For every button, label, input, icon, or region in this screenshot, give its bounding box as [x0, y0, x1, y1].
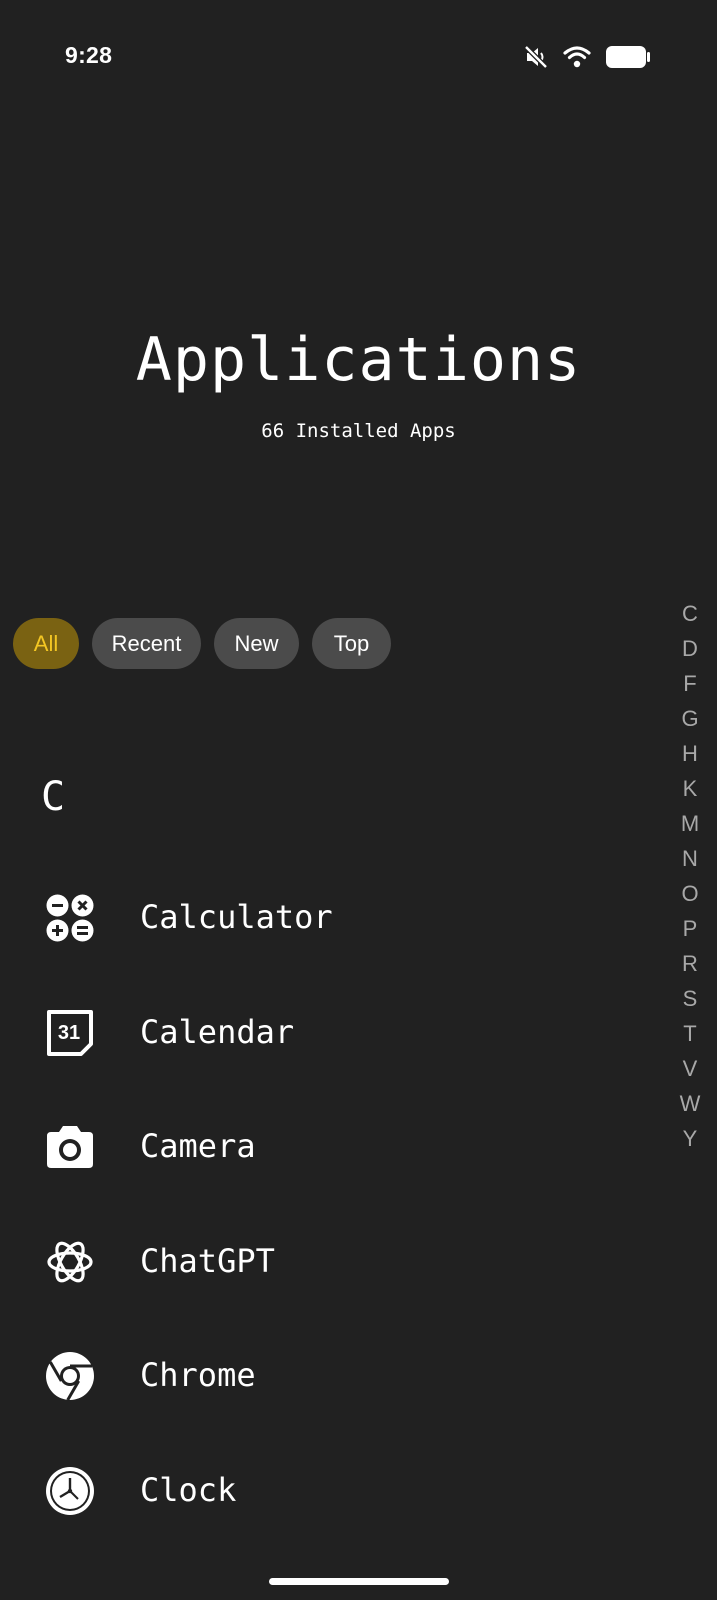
- battery-icon: [605, 44, 651, 70]
- calendar-icon: 31: [45, 1008, 95, 1058]
- alphabet-index[interactable]: C D F G H K M N O P R S T V W Y: [666, 596, 714, 1156]
- index-letter-v[interactable]: V: [683, 1051, 698, 1086]
- app-item-clock[interactable]: Clock: [0, 1434, 650, 1549]
- app-item-calculator[interactable]: Calculator: [0, 861, 650, 976]
- index-letter-h[interactable]: H: [682, 736, 698, 771]
- home-indicator[interactable]: [269, 1578, 449, 1585]
- app-label-calendar: Calendar: [140, 1012, 295, 1051]
- filter-recent-chip[interactable]: Recent: [92, 618, 201, 669]
- index-letter-k[interactable]: K: [683, 771, 698, 806]
- status-icons: [523, 42, 651, 72]
- index-letter-f[interactable]: F: [683, 666, 696, 701]
- index-letter-s[interactable]: S: [683, 981, 698, 1016]
- mute-icon: [523, 44, 549, 70]
- chatgpt-icon: [45, 1237, 95, 1287]
- installed-apps-count: 66 Installed Apps: [261, 420, 456, 442]
- section-header: C: [41, 774, 66, 820]
- app-label-clock: Clock: [140, 1470, 237, 1509]
- filter-all-chip[interactable]: All: [13, 618, 79, 669]
- index-letter-m[interactable]: M: [681, 806, 699, 841]
- app-item-calendar[interactable]: 31 Calendar: [0, 976, 650, 1091]
- index-letter-d[interactable]: D: [682, 631, 698, 666]
- index-letter-t[interactable]: T: [683, 1016, 696, 1051]
- index-letter-o[interactable]: O: [681, 876, 698, 911]
- page-title: Applications: [135, 325, 582, 395]
- index-letter-r[interactable]: R: [682, 946, 698, 981]
- app-item-chrome[interactable]: Chrome: [0, 1319, 650, 1434]
- camera-icon: [45, 1122, 95, 1172]
- app-label-chrome: Chrome: [140, 1356, 256, 1394]
- index-letter-p[interactable]: P: [683, 911, 698, 946]
- app-label-camera: Camera: [140, 1127, 256, 1165]
- chrome-icon: [45, 1351, 95, 1401]
- index-letter-g[interactable]: G: [681, 701, 698, 736]
- app-label-chatgpt: ChatGPT: [140, 1241, 275, 1280]
- status-time: 9:28: [65, 42, 113, 68]
- filter-new-chip[interactable]: New: [214, 618, 299, 669]
- app-item-chatgpt[interactable]: ChatGPT: [0, 1205, 650, 1320]
- index-letter-c[interactable]: C: [682, 596, 698, 631]
- wifi-icon: [563, 45, 591, 69]
- index-letter-n[interactable]: N: [682, 841, 698, 876]
- index-letter-y[interactable]: Y: [683, 1121, 698, 1156]
- clock-icon: [45, 1466, 95, 1516]
- index-letter-w[interactable]: W: [680, 1086, 701, 1121]
- status-bar: 9:28: [0, 0, 717, 110]
- app-item-camera[interactable]: Camera: [0, 1090, 650, 1205]
- calculator-icon: [45, 893, 95, 943]
- app-label-calculator: Calculator: [140, 898, 333, 936]
- filter-top-chip[interactable]: Top: [312, 618, 391, 669]
- calendar-icon-number: 31: [58, 1022, 80, 1044]
- filter-chips: All Recent New Top: [13, 618, 391, 669]
- app-list: Calculator 31 Calendar Camera ChatGPT Ch…: [0, 861, 650, 1548]
